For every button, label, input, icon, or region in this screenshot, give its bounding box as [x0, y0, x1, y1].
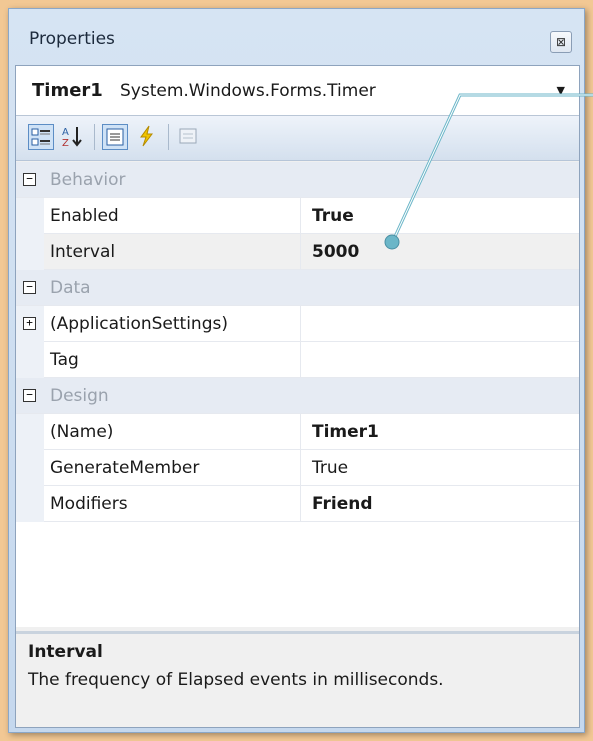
property-row-enabled[interactable]: Enabled True [16, 198, 579, 234]
description-text: The frequency of Elapsed events in milli… [28, 670, 444, 690]
property-grid: − Behavior Enabled True Interval 5000 − … [16, 162, 579, 627]
property-row-interval[interactable]: Interval 5000 [16, 234, 579, 270]
category-label: Data [50, 278, 91, 298]
properties-button[interactable] [102, 124, 128, 150]
property-value[interactable]: Friend [312, 494, 373, 514]
property-name: (Name) [50, 422, 114, 442]
svg-text:A: A [62, 127, 69, 138]
description-pane: Interval The frequency of Elapsed events… [16, 631, 579, 727]
dropdown-arrow-icon[interactable]: ▼ [557, 84, 565, 97]
window-title: Properties [29, 29, 115, 49]
property-row-modifiers[interactable]: Modifiers Friend [16, 486, 579, 522]
collapse-icon[interactable]: − [23, 389, 36, 402]
property-row-name[interactable]: (Name) Timer1 [16, 414, 579, 450]
expand-icon[interactable]: + [23, 317, 36, 330]
property-row-generatemember[interactable]: GenerateMember True [16, 450, 579, 486]
property-name: (ApplicationSettings) [50, 314, 228, 334]
property-pages-icon [179, 128, 197, 144]
category-design[interactable]: − Design [16, 378, 579, 414]
property-value[interactable]: 5000 [312, 242, 359, 262]
property-value[interactable]: True [312, 458, 348, 478]
collapse-icon[interactable]: − [23, 281, 36, 294]
object-name: Timer1 [32, 80, 103, 101]
toolbar: A Z [16, 116, 579, 161]
category-label: Design [50, 386, 109, 406]
category-label: Behavior [50, 170, 126, 190]
property-name: Enabled [50, 206, 119, 226]
collapse-icon[interactable]: − [23, 173, 36, 186]
categorized-icon [31, 128, 50, 146]
title-bar: Properties ⊠ [9, 9, 584, 65]
toolbar-separator [94, 124, 95, 150]
close-button[interactable]: ⊠ [550, 31, 572, 53]
alphabetical-button[interactable]: A Z [60, 124, 86, 150]
object-selector[interactable]: Timer1 System.Windows.Forms.Timer ▼ [16, 66, 579, 116]
description-title: Interval [28, 642, 103, 662]
events-button[interactable] [134, 124, 160, 150]
property-value[interactable]: True [312, 206, 354, 226]
property-pages-button[interactable] [176, 124, 202, 150]
property-name: Tag [50, 350, 79, 370]
object-type: System.Windows.Forms.Timer [120, 81, 376, 101]
toolbar-separator [168, 124, 169, 150]
property-name: Interval [50, 242, 116, 262]
property-name: Modifiers [50, 494, 128, 514]
property-row-tag[interactable]: Tag [16, 342, 579, 378]
alphabetical-icon: A Z [62, 127, 82, 149]
properties-icon [106, 128, 124, 146]
property-row-applicationsettings[interactable]: + (ApplicationSettings) [16, 306, 579, 342]
properties-panel: Timer1 System.Windows.Forms.Timer ▼ A Z [15, 65, 580, 728]
categorized-button[interactable] [28, 124, 54, 150]
property-value[interactable]: Timer1 [312, 422, 379, 442]
events-icon [140, 125, 153, 147]
category-data[interactable]: − Data [16, 270, 579, 306]
category-behavior[interactable]: − Behavior [16, 162, 579, 198]
properties-window: Properties ⊠ Timer1 System.Windows.Forms… [8, 8, 585, 733]
property-name: GenerateMember [50, 458, 200, 478]
svg-text:Z: Z [62, 138, 69, 148]
